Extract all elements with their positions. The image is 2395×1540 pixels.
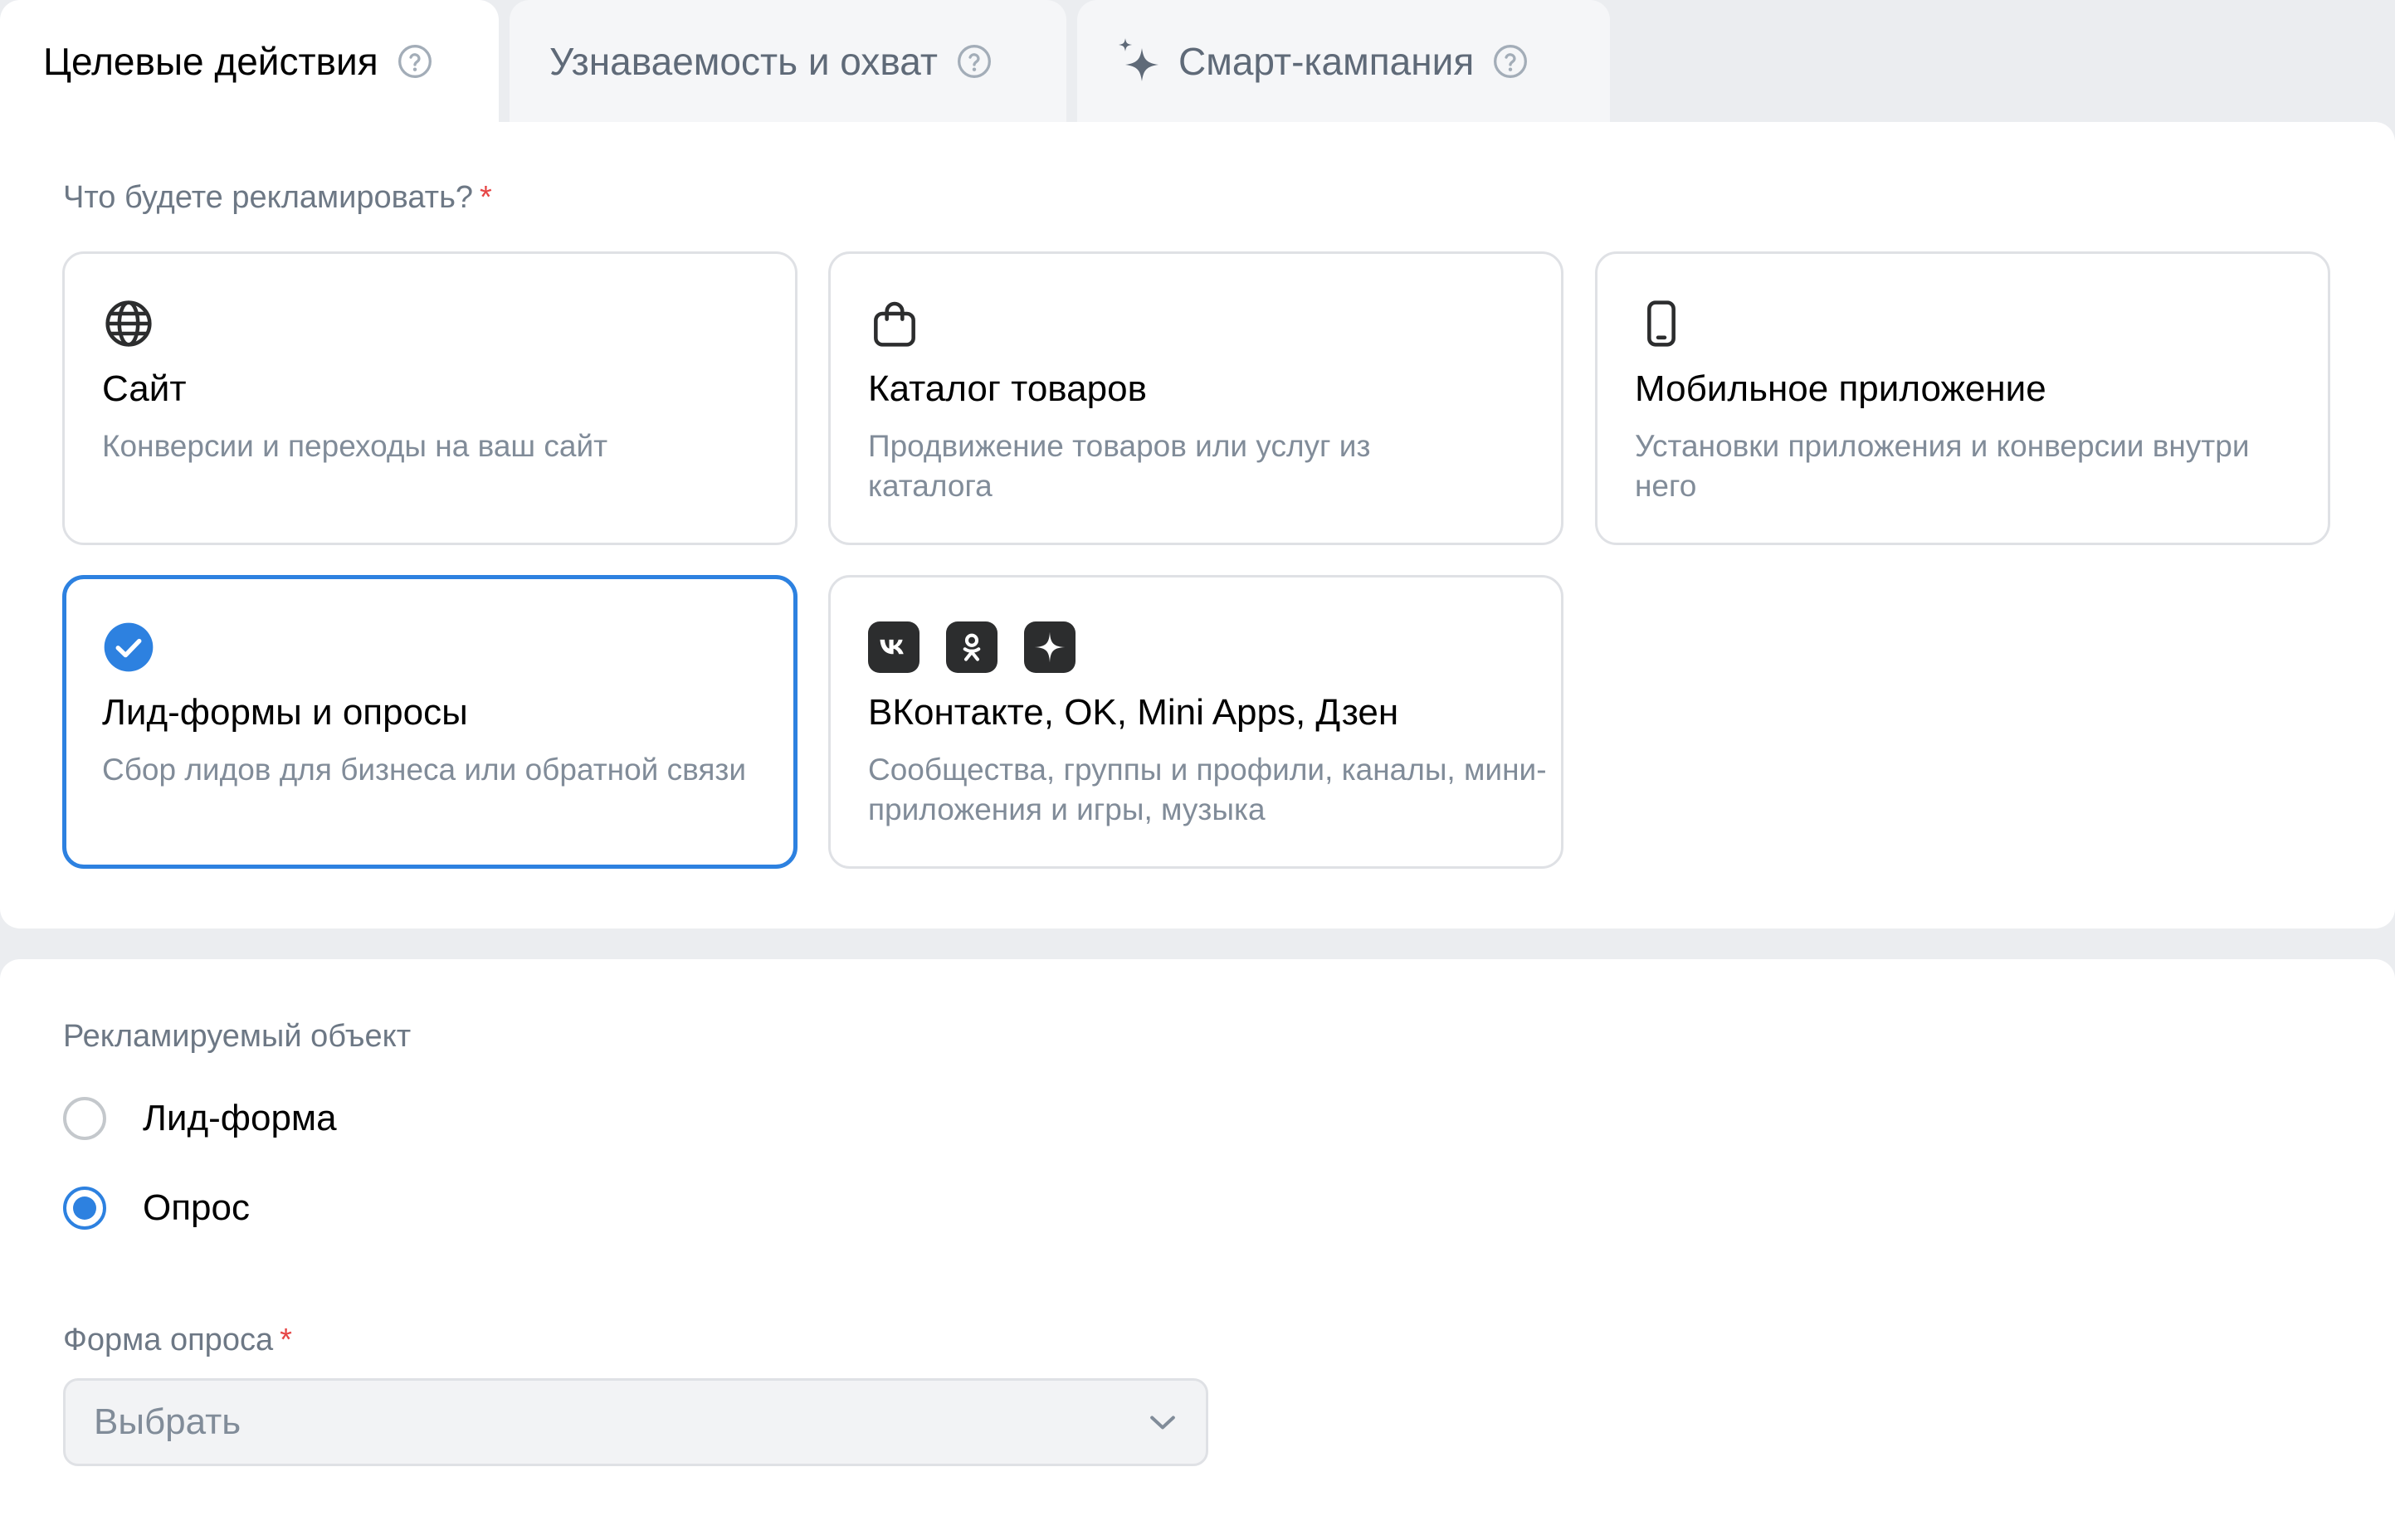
card-description: Конверсии и переходы на ваш сайт — [102, 429, 608, 463]
promo-question-text: Что будете рекламировать? — [63, 180, 474, 215]
tab-label: Узнаваемость и охват — [549, 39, 938, 83]
card-description: Продвижение товаров или услуг из каталог… — [868, 429, 1371, 503]
help-icon[interactable] — [1492, 43, 1529, 80]
card-vk-ecosystem[interactable]: ВКонтакте, OK, Mini Apps, Дзен Сообществ… — [828, 575, 1563, 869]
sparkle-icon — [1119, 37, 1158, 81]
radio-survey[interactable]: Опрос — [63, 1187, 250, 1230]
card-icons — [102, 621, 155, 674]
card-icons — [1635, 297, 1688, 350]
promotion-type-panel: Что будете рекламировать? * Сайт Конверси… — [0, 122, 2395, 928]
card-mobile-app[interactable]: Мобильное приложение Установки приложени… — [1595, 251, 2330, 545]
globe-icon — [105, 300, 152, 347]
smartphone-icon — [1647, 300, 1676, 347]
ok-icon — [946, 621, 998, 673]
tab-smart-campaign[interactable]: Смарт-кампания — [1077, 0, 1610, 122]
card-title: Каталог товаров — [868, 368, 1147, 409]
card-icons — [868, 621, 1102, 674]
vk-icon — [868, 621, 919, 673]
select-value: Выбрать — [94, 1401, 241, 1442]
radio-lead-form[interactable]: Лид-форма — [63, 1097, 337, 1140]
radio-button[interactable] — [63, 1187, 106, 1230]
required-mark: * — [280, 1323, 292, 1357]
tab-bar: Целевые действия Узнаваемость и охват См… — [0, 0, 2395, 122]
tab-label: Целевые действия — [43, 39, 378, 83]
tab-label: Смарт-кампания — [1178, 39, 1475, 83]
survey-form-label: Форма опроса * — [63, 1323, 292, 1358]
card-icons — [102, 297, 155, 350]
checkmark-circle-icon — [104, 622, 154, 672]
card-description: Установки приложения и конверсии внутри … — [1635, 429, 2250, 503]
promo-question-label: Что будете рекламировать? * — [63, 180, 492, 216]
shopping-bag-icon — [874, 301, 915, 347]
card-title: Мобильное приложение — [1635, 368, 2046, 409]
card-catalog[interactable]: Каталог товаров Продвижение товаров или … — [828, 251, 1563, 545]
radio-label: Лид-форма — [143, 1098, 337, 1138]
card-icons — [868, 297, 921, 350]
dzen-icon — [1024, 621, 1076, 673]
survey-form-select[interactable]: Выбрать — [63, 1378, 1208, 1466]
survey-form-label-text: Форма опроса — [63, 1323, 274, 1357]
help-icon[interactable] — [956, 43, 993, 80]
card-title: Лид-формы и опросы — [102, 692, 468, 733]
card-description: Сбор лидов для бизнеса или обратной связ… — [102, 753, 747, 787]
card-website[interactable]: Сайт Конверсии и переходы на ваш сайт — [62, 251, 798, 545]
chevron-down-icon — [1150, 1416, 1175, 1430]
radio-label: Опрос — [143, 1187, 250, 1228]
card-title: ВКонтакте, OK, Mini Apps, Дзен — [868, 692, 1399, 733]
radio-button[interactable] — [63, 1097, 106, 1140]
card-title: Сайт — [102, 368, 187, 409]
tab-target-actions[interactable]: Целевые действия — [0, 0, 499, 122]
card-description: Сообщества, группы и профили, каналы, ми… — [868, 753, 1547, 826]
card-lead-forms[interactable]: Лид-формы и опросы Сбор лидов для бизнес… — [62, 575, 798, 869]
object-label: Рекламируемый объект — [63, 1019, 412, 1054]
tab-awareness-reach[interactable]: Узнаваемость и охват — [510, 0, 1066, 122]
help-icon[interactable] — [397, 43, 433, 80]
required-mark: * — [480, 180, 492, 215]
